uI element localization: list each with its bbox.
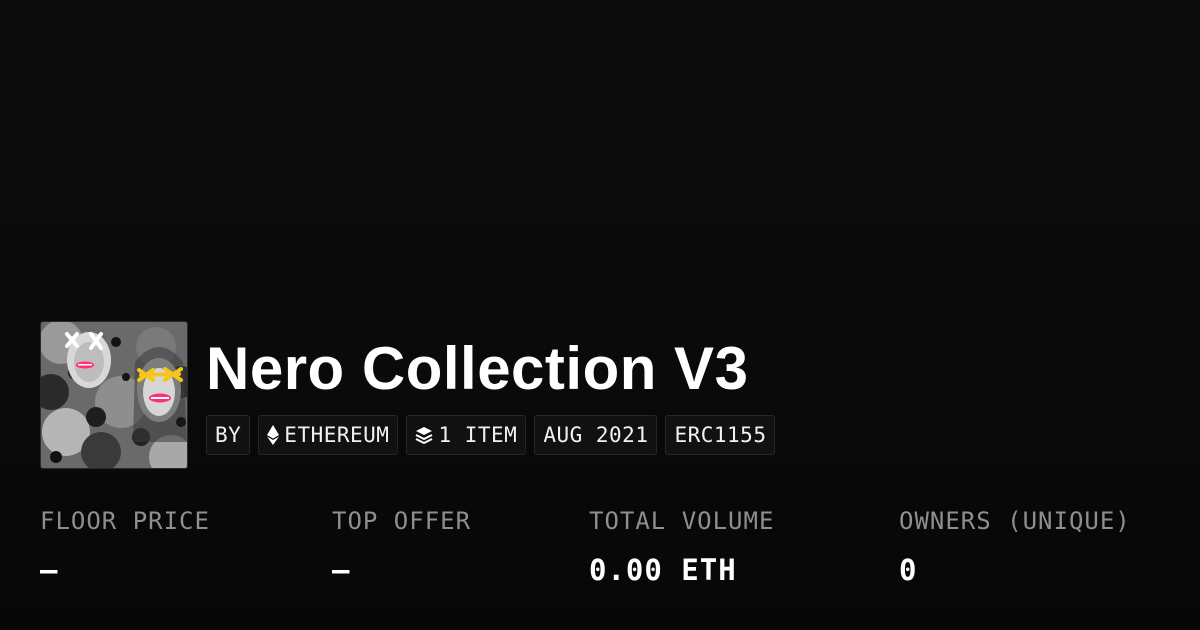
stat-total-volume-value: 0.00 ETH <box>589 553 737 587</box>
items-chip-label: 1 ITEM <box>438 423 518 447</box>
layers-icon <box>415 426 433 444</box>
stat-top-offer-value: — <box>332 553 351 587</box>
token-standard-chip-label: ERC1155 <box>674 423 767 447</box>
stat-owners-value: 0 <box>899 553 918 587</box>
collection-meta-chips: BY ETHEREUM 1 ITEM AUG 2021 ERC1155 <box>206 415 776 455</box>
stat-floor-price-value: — <box>40 553 59 587</box>
date-chip-label: AUG 2021 <box>543 423 649 447</box>
token-standard-chip: ERC1155 <box>665 415 776 455</box>
items-chip[interactable]: 1 ITEM <box>406 415 527 455</box>
chain-chip[interactable]: ETHEREUM <box>258 415 399 455</box>
chain-chip-label: ETHEREUM <box>284 423 390 447</box>
stat-floor-price: FLOOR PRICE — <box>40 505 210 588</box>
collection-avatar-image[interactable] <box>40 321 188 469</box>
collection-info: Nero Collection V3 BY ETHEREUM 1 ITEM AU… <box>206 321 776 455</box>
ethereum-icon <box>267 425 280 445</box>
stat-floor-price-label: FLOOR PRICE <box>40 507 210 535</box>
stat-owners: OWNERS (UNIQUE) 0 <box>899 505 1131 588</box>
collection-stats: FLOOR PRICE — TOP OFFER — TOTAL VOLUME 0… <box>0 505 1200 605</box>
collection-title: Nero Collection V3 <box>206 321 775 401</box>
stat-top-offer-label: TOP OFFER <box>332 507 472 535</box>
stat-top-offer: TOP OFFER — <box>332 505 471 588</box>
date-chip: AUG 2021 <box>534 415 658 455</box>
collection-title-text: Nero Collection V3 <box>206 335 749 402</box>
creator-chip-label: BY <box>215 423 242 447</box>
stat-total-volume: TOTAL VOLUME 0.00 ETH <box>589 505 774 588</box>
stat-total-volume-label: TOTAL VOLUME <box>589 507 775 535</box>
collection-header: Nero Collection V3 BY ETHEREUM 1 ITEM AU… <box>40 321 776 469</box>
creator-chip[interactable]: BY <box>206 415 251 455</box>
stat-owners-label: OWNERS (UNIQUE) <box>899 507 1131 535</box>
